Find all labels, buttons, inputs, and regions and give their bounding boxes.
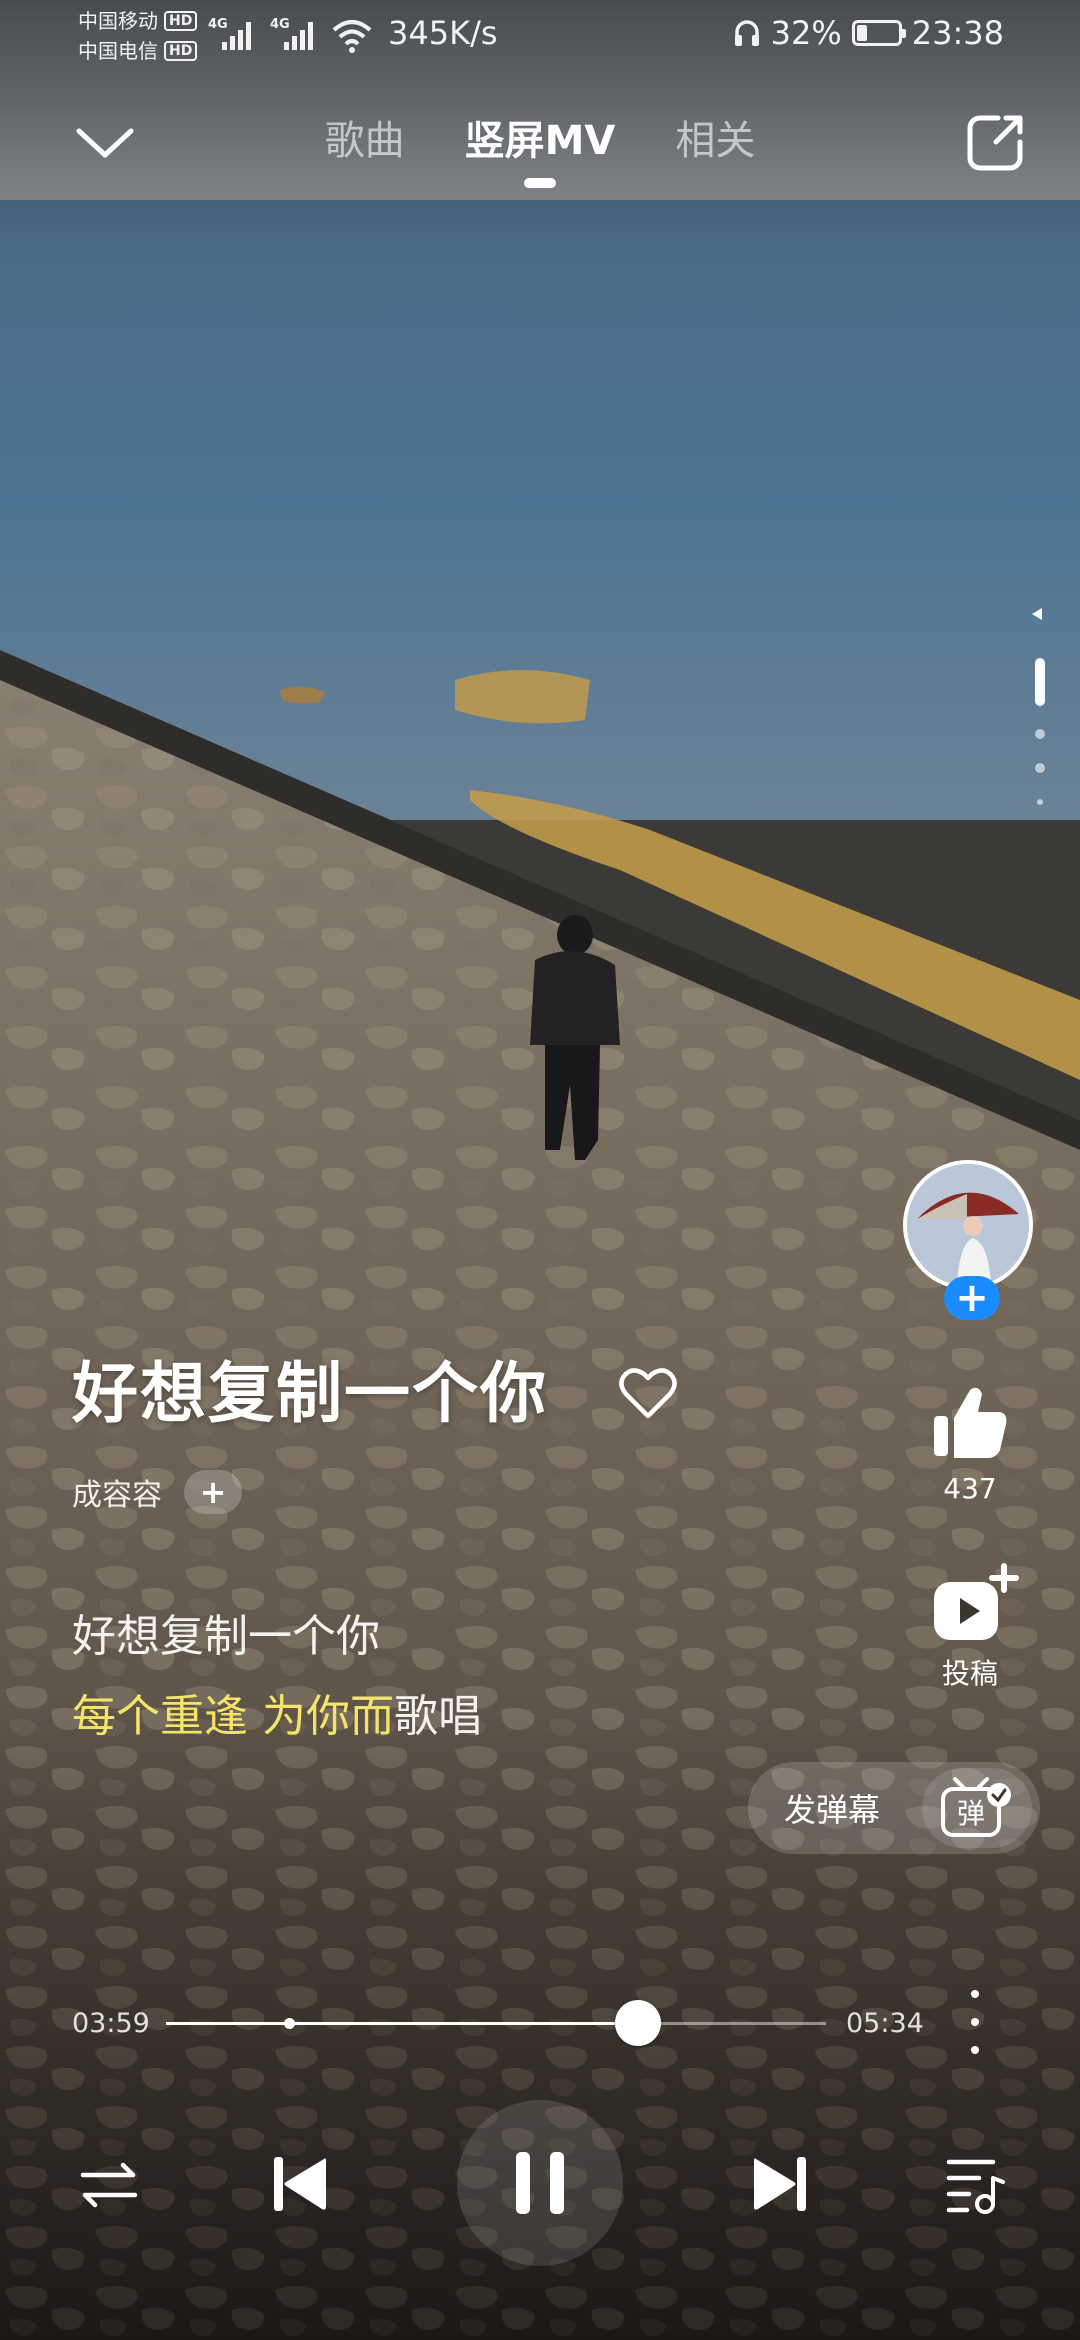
like-button[interactable]: 437: [920, 1380, 1020, 1505]
favorite-button[interactable]: [616, 1362, 680, 1426]
tab-song[interactable]: 歌曲: [325, 100, 405, 188]
total-time: 05:34: [846, 2008, 924, 2039]
like-count: 437: [943, 1472, 997, 1505]
lyric-line-previous: 好想复制一个你: [72, 1611, 380, 1662]
artist-name[interactable]: 成容容: [72, 1470, 162, 1514]
playback-controls: [0, 2100, 1080, 2280]
hd-badge: HD: [164, 41, 198, 61]
artist-avatar-group[interactable]: +: [903, 1160, 1039, 1320]
signal-icon: 4G: [270, 17, 313, 50]
progress-fill: [166, 2022, 639, 2025]
status-bar: 中国移动 HD 中国电信 HD 4G 4G 345K/s 32% 23:38: [0, 0, 1080, 72]
carrier-2: 中国电信: [78, 39, 158, 63]
thumbs-up-icon: [934, 1387, 1007, 1458]
carrier-1: 中国移动: [78, 9, 158, 33]
carrier-info: 中国移动 HD 中国电信 HD: [78, 6, 198, 66]
progress-thumb[interactable]: [615, 2000, 662, 2046]
headphones-icon: [734, 20, 759, 46]
lyric-line-current: 每个重逢 为你而歌唱: [72, 1680, 482, 1744]
playlist-icon: [946, 2159, 1005, 2214]
danmaku-icon-text: 弹: [957, 1797, 985, 1830]
artist-follow-button[interactable]: +: [184, 1470, 242, 1514]
tab-vertical-mv[interactable]: 竖屏MV: [465, 100, 615, 188]
network-label-2: 4G: [270, 17, 290, 32]
video-add-icon: [934, 1563, 1019, 1640]
lyric-unsung-part: 歌唱: [394, 1691, 482, 1742]
more-options-button[interactable]: [960, 1990, 990, 2054]
signal-indicators: 4G 4G: [208, 14, 372, 54]
page-indicator-icon: [1032, 608, 1045, 805]
danmaku-label: 发弹幕: [784, 1791, 881, 1829]
song-title: 好想复制一个你: [72, 1355, 548, 1432]
battery-percent: 32%: [770, 14, 842, 52]
share-icon: [967, 115, 1023, 171]
follow-artist-button[interactable]: +: [944, 1276, 1000, 1320]
pause-icon: [516, 2152, 564, 2214]
danmaku-toggle[interactable]: 弹: [922, 1768, 1032, 1848]
share-button[interactable]: [956, 102, 1036, 182]
signal-icon: 4G: [208, 17, 251, 50]
lyric-sung-part: 每个重逢 为你而: [72, 1691, 394, 1742]
danmaku-tv-icon: 弹: [941, 1777, 1011, 1837]
network-label-1: 4G: [208, 17, 228, 32]
pause-button[interactable]: [457, 2100, 623, 2266]
battery-icon: [851, 20, 906, 46]
side-page-indicator[interactable]: [1024, 600, 1054, 824]
send-danmaku-button[interactable]: 发弹幕 弹: [748, 1762, 1040, 1854]
current-time: 03:59: [72, 2008, 150, 2039]
more-vertical-icon: [971, 1990, 979, 1998]
playlist-button[interactable]: [938, 2148, 1012, 2222]
post-button[interactable]: 投稿: [920, 1560, 1020, 1692]
play-mode-button[interactable]: [74, 2150, 144, 2220]
network-speed: 345K/s: [388, 14, 498, 52]
top-navigation: 歌曲 竖屏MV 相关: [0, 90, 1080, 190]
clock: 23:38: [911, 14, 1004, 52]
heart-outline-icon: [619, 1368, 677, 1419]
progress-slider[interactable]: [166, 2000, 826, 2046]
artist-row: 成容容 +: [72, 1470, 242, 1514]
avatar[interactable]: [903, 1160, 1033, 1290]
wifi-icon: [332, 20, 372, 53]
skip-next-icon: [754, 2157, 806, 2211]
repeat-order-icon: [80, 2162, 138, 2208]
skip-previous-icon: [274, 2157, 326, 2211]
previous-button[interactable]: [262, 2146, 338, 2222]
tab-bar: 歌曲 竖屏MV 相关: [0, 100, 1080, 188]
hd-badge: HD: [164, 11, 198, 31]
post-label: 投稿: [941, 1657, 998, 1690]
status-right: 32% 23:38: [733, 14, 1004, 52]
next-button[interactable]: [742, 2146, 818, 2222]
tab-related[interactable]: 相关: [675, 100, 755, 188]
